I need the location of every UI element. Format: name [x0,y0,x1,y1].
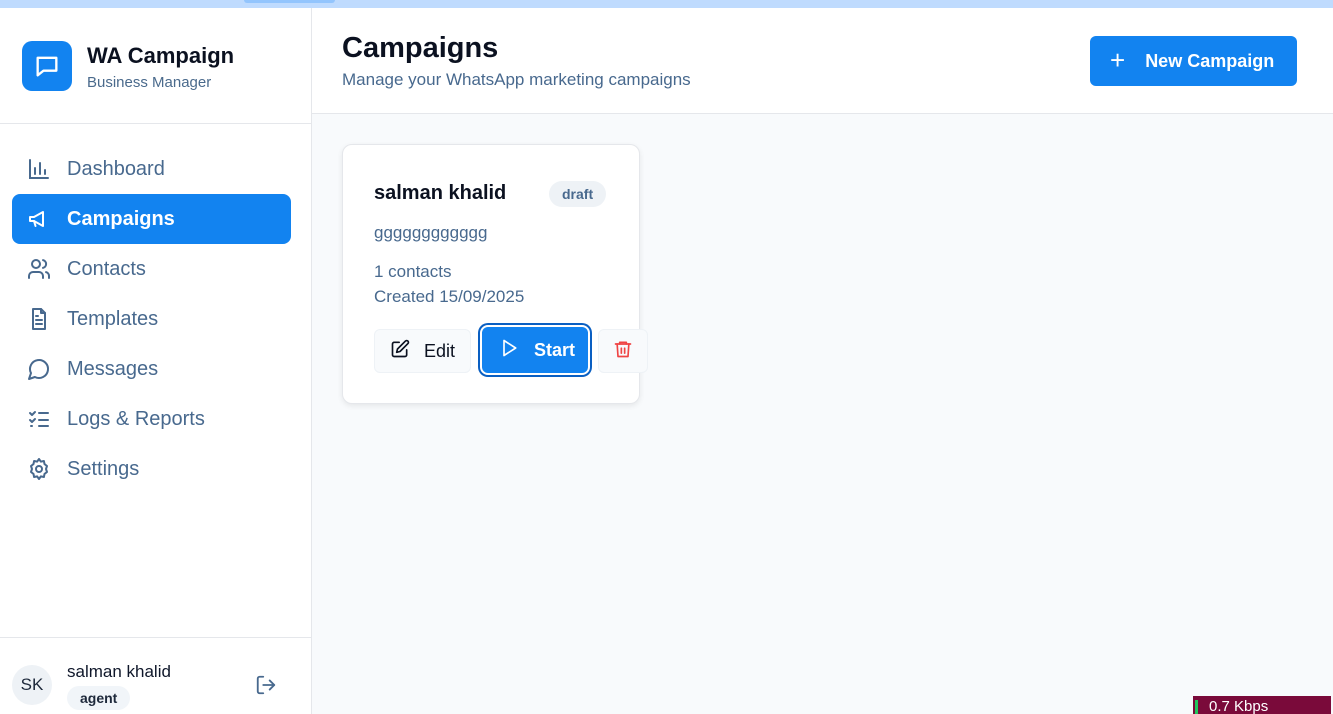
logout-icon[interactable] [255,674,277,696]
campaign-description: gggggggggggg [374,223,488,242]
delete-button[interactable] [598,329,648,373]
campaign-contacts-count: 1 contacts [374,262,452,281]
sidebar-item-label: Campaigns [67,207,175,230]
sidebar-nav: Dashboard Campaigns Contacts Templates M… [12,144,291,494]
plus-icon: + [1110,44,1126,75]
message-circle-icon [27,357,51,381]
start-label: Start [534,339,576,360]
brand-header: WA Campaign Business Manager [0,8,311,124]
avatar[interactable]: SK [12,665,52,705]
page-title: Campaigns [342,32,499,64]
network-activity-bar [1195,700,1198,714]
sidebar-item-campaigns[interactable]: Campaigns [12,194,291,244]
app-subtitle: Business Manager [87,74,212,91]
page-subtitle: Manage your WhatsApp marketing campaigns [342,70,691,89]
play-icon [499,338,519,363]
sidebar-item-dashboard[interactable]: Dashboard [12,144,291,194]
sidebar-item-label: Templates [67,307,159,330]
trash-icon [613,339,633,364]
sidebar-item-settings[interactable]: Settings [12,444,291,494]
new-campaign-label: New Campaign [1145,50,1275,71]
edit-label: Edit [424,340,456,361]
start-button[interactable]: Start [480,325,590,375]
tab-indicator [244,0,335,3]
edit-icon [390,339,410,364]
main-content: Campaigns Manage your WhatsApp marketing… [312,8,1333,714]
sidebar-item-label: Dashboard [67,157,165,180]
user-name: salman khalid [67,662,171,681]
list-checks-icon [27,407,51,431]
new-campaign-button[interactable]: + New Campaign [1090,36,1297,86]
page-header: Campaigns Manage your WhatsApp marketing… [312,8,1333,114]
app-title: WA Campaign [87,43,235,68]
sidebar-item-label: Messages [67,357,159,380]
chat-bubble-icon [22,41,72,91]
megaphone-icon [27,207,51,231]
user-panel: SK salman khalid agent [0,637,311,714]
network-speed: 0.7 Kbps [1209,698,1269,714]
role-badge: agent [67,686,131,710]
browser-top-bar [0,0,1333,8]
sidebar-item-messages[interactable]: Messages [12,344,291,394]
status-badge: draft [549,181,607,207]
campaign-card: salman khalid draft gggggggggggg 1 conta… [342,144,648,404]
network-speed-widget: 0.7 Kbps [1193,696,1331,714]
sidebar-item-label: Contacts [67,257,146,280]
bar-chart-icon [27,157,51,181]
users-icon [27,257,51,281]
file-text-icon [27,307,51,331]
sidebar: WA Campaign Business Manager Dashboard C… [0,8,312,714]
sidebar-item-label: Logs & Reports [67,407,205,430]
campaign-created-date: Created 15/09/2025 [374,287,525,306]
edit-button[interactable]: Edit [374,329,471,373]
sidebar-item-templates[interactable]: Templates [12,294,291,344]
gear-icon [27,457,51,481]
sidebar-item-logs-reports[interactable]: Logs & Reports [12,394,291,444]
sidebar-item-label: Settings [67,457,140,480]
sidebar-item-contacts[interactable]: Contacts [12,244,291,294]
campaign-name: salman khalid [374,182,507,204]
